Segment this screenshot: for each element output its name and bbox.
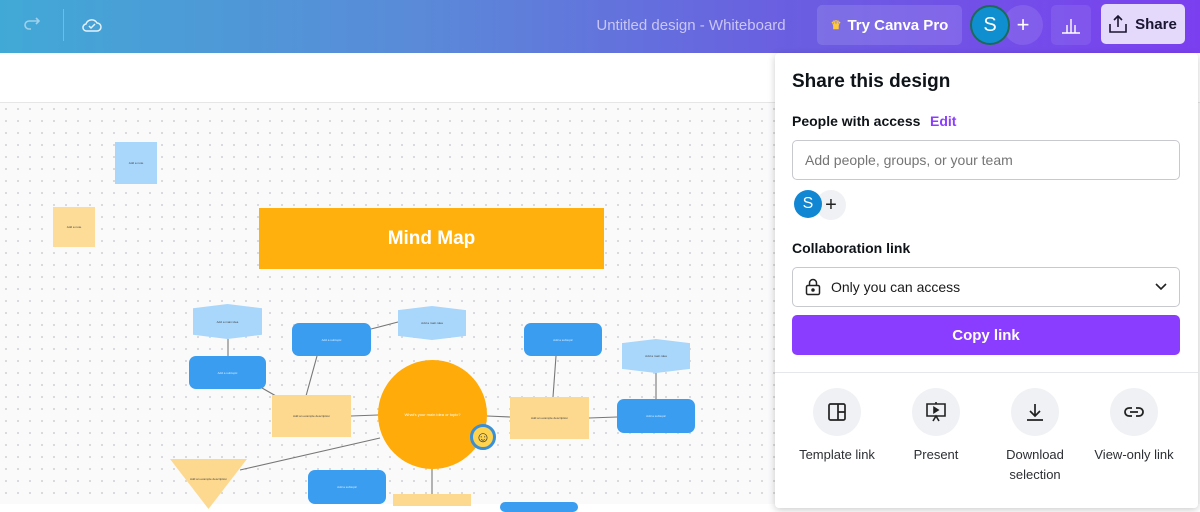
share-panel-title: Share this design <box>792 71 951 92</box>
smiley-icon[interactable]: ☺ <box>470 424 496 450</box>
mind-map-banner[interactable]: Mind Map <box>259 208 604 269</box>
share-panel: Share this design People with access Edi… <box>775 53 1198 508</box>
subtopic-node[interactable]: Add a subtopic <box>189 356 266 389</box>
chevron-down-icon <box>1155 283 1167 291</box>
sticky-note[interactable]: Add a note <box>115 142 157 184</box>
description-node[interactable]: Add an example description <box>510 397 589 439</box>
hexagon-node[interactable]: Add a main idea <box>398 306 466 340</box>
hexagon-node[interactable]: Add a main idea <box>622 339 690 373</box>
hexagon-node[interactable]: Add a main idea <box>193 304 262 339</box>
subtopic-node[interactable]: Add a subtopic <box>292 323 371 356</box>
subtopic-node[interactable]: Add a subtopic <box>524 323 602 356</box>
collaboration-link-label: Collaboration link <box>792 240 911 256</box>
collaborator-avatar: S <box>794 190 822 218</box>
copy-link-button[interactable]: Copy link <box>792 315 1180 355</box>
template-link-option[interactable]: Template link <box>787 388 887 465</box>
access-level-dropdown[interactable]: Only you can access <box>792 267 1180 307</box>
add-people-input[interactable] <box>792 140 1180 180</box>
present-icon <box>926 402 946 422</box>
sticky-note[interactable]: Add a note <box>53 207 95 247</box>
central-topic-node[interactable]: What's your main idea or topic? <box>378 360 487 469</box>
lock-icon <box>805 278 821 296</box>
present-option[interactable]: Present <box>886 388 986 465</box>
subtopic-node[interactable]: Add a subtopic <box>617 399 695 433</box>
people-access-label: People with access <box>792 113 921 129</box>
edit-access-link[interactable]: Edit <box>930 113 956 129</box>
view-only-link-option[interactable]: View-only link <box>1084 388 1184 465</box>
link-icon <box>1124 407 1144 417</box>
template-icon <box>828 403 846 421</box>
divider <box>775 372 1198 373</box>
download-icon <box>1027 404 1043 421</box>
download-selection-option[interactable]: Download selection <box>985 388 1085 485</box>
description-node[interactable]: Add an example description <box>272 395 351 437</box>
description-node[interactable] <box>393 494 471 506</box>
subtopic-node[interactable]: Add a subtopic <box>308 470 386 504</box>
